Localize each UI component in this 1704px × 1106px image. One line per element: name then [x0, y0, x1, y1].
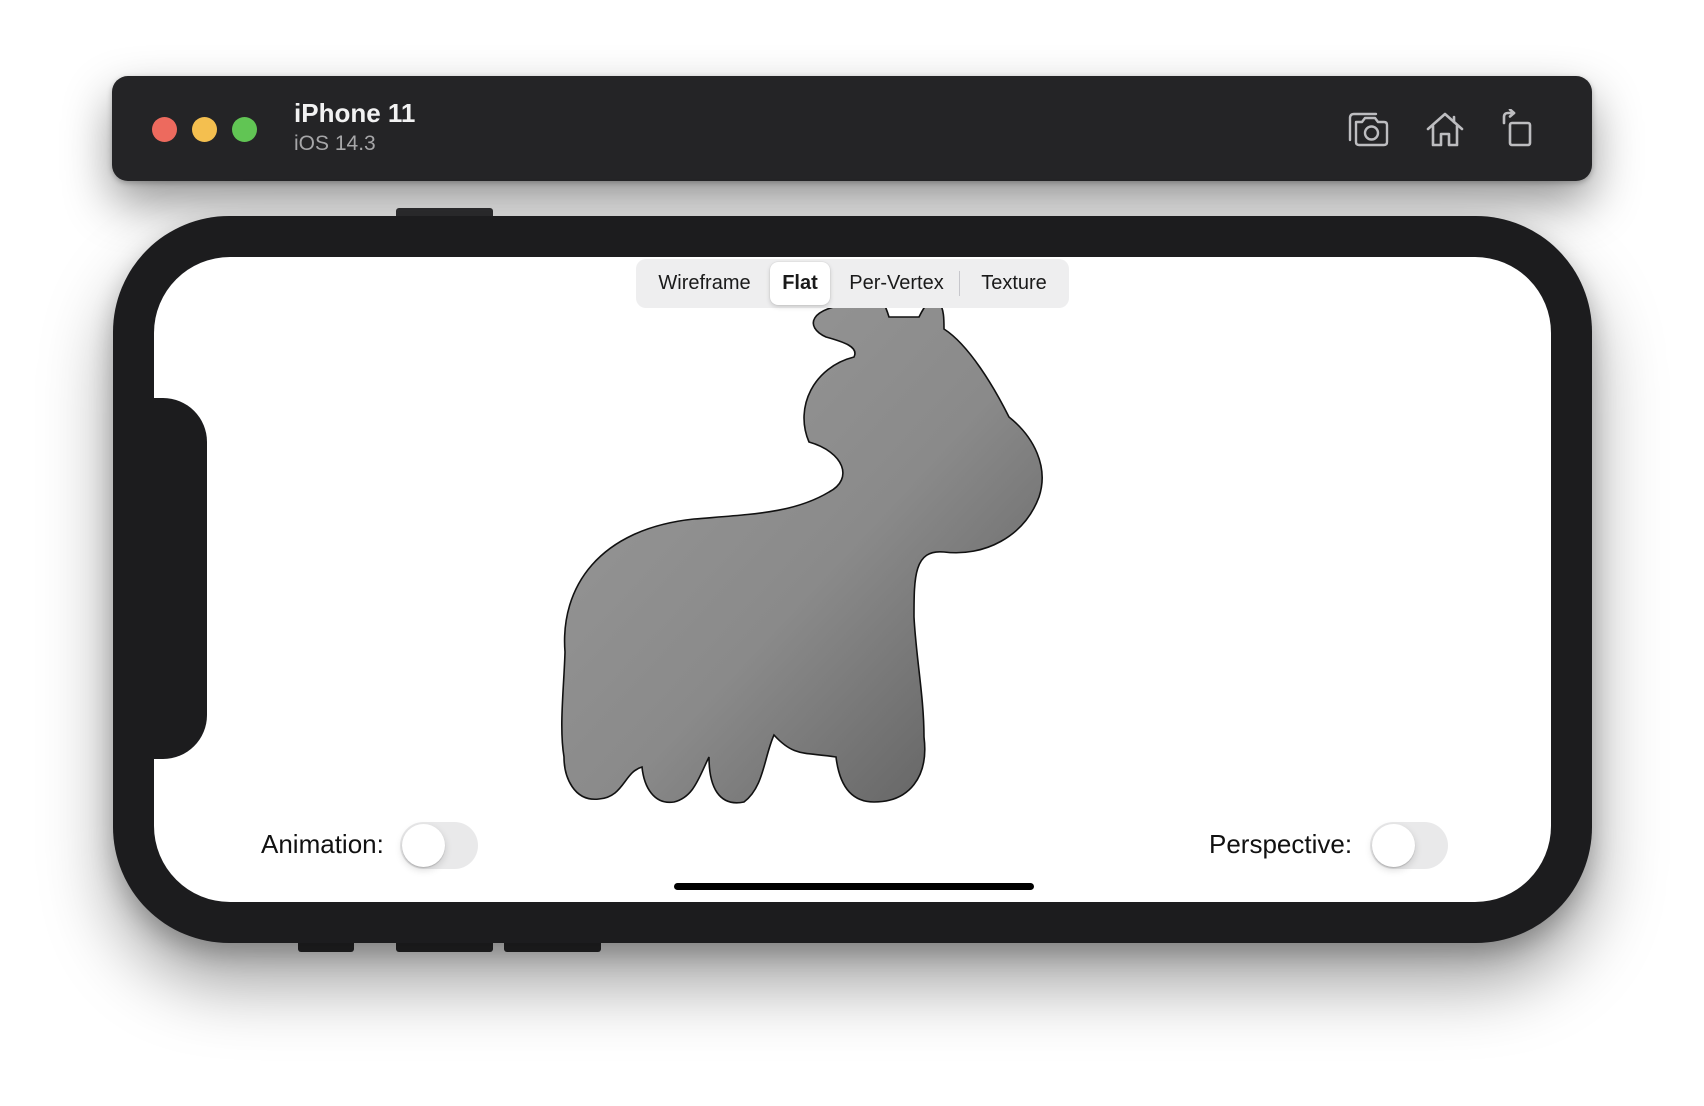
camera-icon	[1348, 112, 1389, 147]
zoom-window-button[interactable]	[232, 117, 257, 142]
cow-model	[561, 288, 1043, 804]
home-indicator[interactable]	[674, 883, 1034, 890]
segment-wireframe[interactable]: Wireframe	[642, 262, 767, 305]
simulator-stage: iPhone 11 iOS 14.3 Wireframe Flat Per-Ve…	[0, 0, 1704, 1106]
animation-switch[interactable]	[400, 822, 478, 869]
os-version: iOS 14.3	[294, 132, 376, 155]
segment-per-vertex[interactable]: Per-Vertex	[834, 262, 959, 305]
segment-flat[interactable]: Flat	[770, 262, 830, 305]
minimize-window-button[interactable]	[192, 117, 217, 142]
close-window-button[interactable]	[152, 117, 177, 142]
screenshot-button[interactable]	[1342, 104, 1394, 154]
home-button[interactable]	[1419, 104, 1471, 154]
animation-label: Animation:	[261, 829, 384, 859]
segment-divider	[959, 271, 960, 296]
switch-knob	[1372, 824, 1415, 867]
sensor-housing	[154, 398, 207, 759]
rotate-button[interactable]	[1492, 104, 1544, 154]
perspective-label: Perspective:	[1209, 829, 1353, 859]
simulator-titlebar: iPhone 11 iOS 14.3	[112, 76, 1592, 181]
perspective-switch[interactable]	[1370, 822, 1448, 869]
device-name: iPhone 11	[294, 98, 416, 128]
3d-viewport[interactable]	[154, 257, 1551, 902]
switch-knob	[402, 824, 445, 867]
device-screen: Wireframe Flat Per-Vertex Texture Animat…	[154, 257, 1551, 902]
rotate-icon	[1502, 109, 1532, 147]
segment-texture[interactable]: Texture	[962, 262, 1066, 305]
render-mode-segmented-control: Wireframe Flat Per-Vertex Texture	[636, 259, 1069, 308]
home-icon	[1426, 112, 1464, 147]
